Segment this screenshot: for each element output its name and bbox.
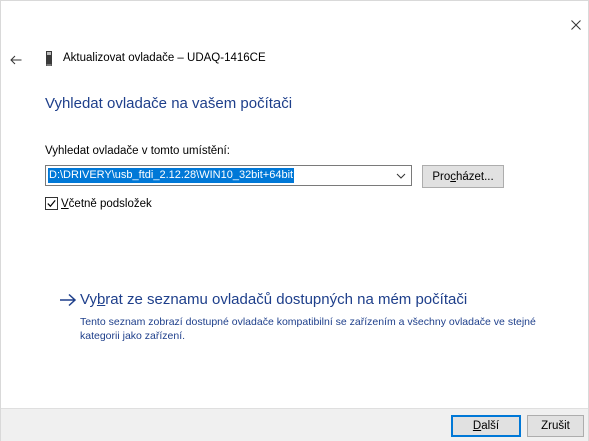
update-drivers-window: Aktualizovat ovladače – UDAQ-1416CE Vyhl… xyxy=(0,0,589,441)
driver-path-combobox[interactable]: D:\DRIVERY\usb_ftdi_2.12.28\WIN10_32bit+… xyxy=(45,165,412,186)
close-button[interactable] xyxy=(566,15,586,35)
cancel-button[interactable]: Zrušit xyxy=(527,415,584,437)
usb-device-icon xyxy=(46,51,52,66)
pick-from-list-link[interactable]: Vybrat ze seznamu ovladačů dostupných na… xyxy=(80,291,467,308)
browse-label-part: házet... xyxy=(455,170,494,183)
pick-link-part: Vy xyxy=(80,291,97,308)
include-subfolders-checkbox[interactable] xyxy=(45,197,58,210)
page-heading: Vyhledat ovladače na vašem počítači xyxy=(45,95,293,112)
include-subfolders-label: Včetně podsložek xyxy=(61,198,152,210)
include-subfolders-label-rest: četně podsložek xyxy=(68,197,152,210)
right-arrow-icon[interactable] xyxy=(59,293,77,307)
next-label-rest: alší xyxy=(481,420,500,432)
next-accel: D xyxy=(472,420,482,432)
chevron-down-icon[interactable] xyxy=(396,171,406,181)
driver-path-value: D:\DRIVERY\usb_ftdi_2.12.28\WIN10_32bit+… xyxy=(48,168,295,183)
next-button[interactable]: Další xyxy=(451,415,521,437)
location-label: Vyhledat ovladače v tomto umístění: xyxy=(45,145,230,157)
footer-bar: Další Zrušit xyxy=(1,408,588,441)
include-subfolders-option[interactable]: Včetně podsložek xyxy=(45,197,152,210)
checkmark-icon xyxy=(47,200,56,208)
include-subfolders-accel: V xyxy=(61,197,69,210)
pick-link-part: rat ze seznamu ovladačů dostupných na mé… xyxy=(105,291,468,308)
browse-button[interactable]: Pro c házet... xyxy=(422,165,504,188)
close-icon xyxy=(571,20,581,30)
back-arrow-icon xyxy=(10,55,22,65)
browse-label-part: Pro xyxy=(432,170,451,183)
window-title: Aktualizovat ovladače – UDAQ-1416CE xyxy=(63,52,266,64)
pick-from-list-description: Tento seznam zobrazí dostupné ovladače k… xyxy=(80,316,536,342)
back-button[interactable] xyxy=(8,52,24,68)
